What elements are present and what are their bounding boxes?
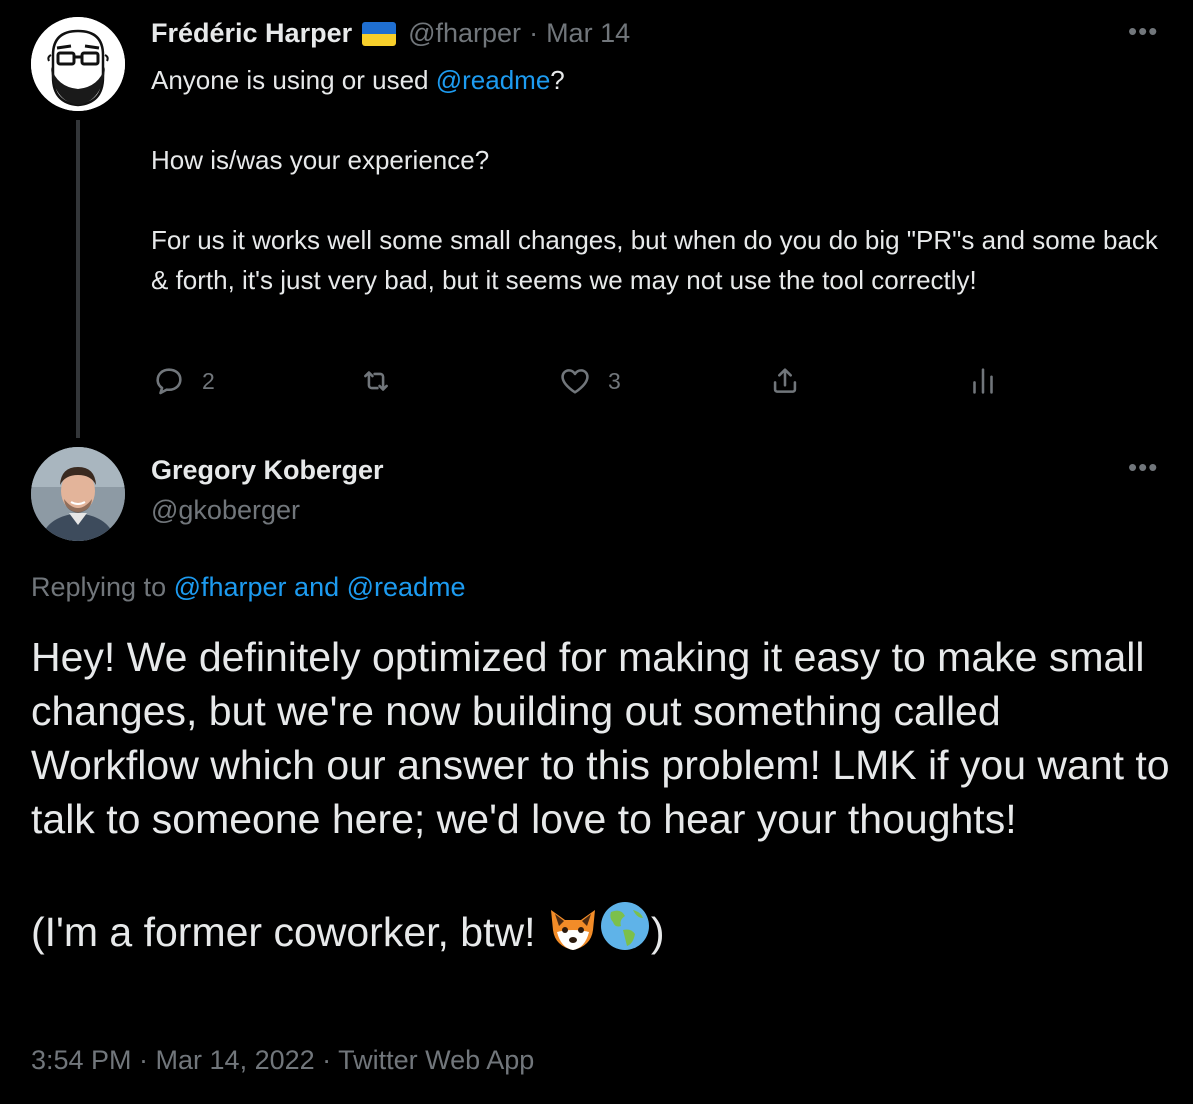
tweet1-display-name[interactable]: Frédéric Harper [151, 18, 352, 49]
replying-to: Replying to @fharper and @readme [31, 572, 466, 603]
reply-count: 2 [202, 367, 215, 394]
more-options-icon[interactable]: ••• [1128, 454, 1158, 480]
ukraine-flag-icon [362, 21, 397, 46]
tweet1-text-start: Anyone is using or used [151, 65, 436, 95]
replying-prefix: Replying to [31, 572, 174, 602]
cartoon-avatar-icon [31, 17, 125, 111]
tweet1-text-rest: ? How is/was your experience? For us it … [151, 65, 1158, 295]
avatar-gkoberger[interactable] [31, 447, 125, 541]
reply-button[interactable]: 2 [152, 364, 215, 398]
thread-connector-line [76, 120, 80, 438]
tweet1-handle[interactable]: @fharper [408, 18, 521, 49]
tweet2-text-end: ) [650, 909, 665, 955]
analytics-icon [973, 368, 993, 394]
like-count: 3 [608, 367, 621, 394]
like-button[interactable]: 3 [558, 364, 621, 398]
tweet2-display-name[interactable]: Gregory Koberger [151, 455, 384, 486]
globe-americas-emoji [599, 900, 651, 965]
tweet1-header: Frédéric Harper @fharper · Mar 14 [151, 18, 630, 49]
share-button[interactable] [768, 364, 802, 398]
tweet2-timestamp[interactable]: 3:54 PM · Mar 14, 2022 · Twitter Web App [31, 1045, 534, 1076]
retweet-icon [364, 371, 388, 391]
tweet1-text: Anyone is using or used @readme? How is/… [151, 60, 1171, 300]
tweet1-date[interactable]: Mar 14 [546, 18, 630, 49]
mention-readme[interactable]: @readme [436, 65, 551, 95]
replying-mentions[interactable]: @fharper and @readme [174, 572, 466, 602]
retweet-button[interactable] [359, 364, 409, 398]
tweet1-separator: · [529, 18, 539, 48]
tweet2-handle[interactable]: @gkoberger [151, 495, 300, 526]
fox-face-emoji [547, 906, 599, 965]
more-options-icon[interactable]: ••• [1128, 18, 1158, 44]
reply-icon [156, 368, 182, 395]
profile-photo-icon [31, 447, 125, 541]
tweet2-text: Hey! We definitely optimized for making … [31, 630, 1171, 965]
analytics-button[interactable] [966, 364, 1000, 398]
share-icon [773, 368, 797, 393]
heart-icon [561, 369, 589, 394]
avatar-fharper[interactable] [31, 17, 125, 111]
